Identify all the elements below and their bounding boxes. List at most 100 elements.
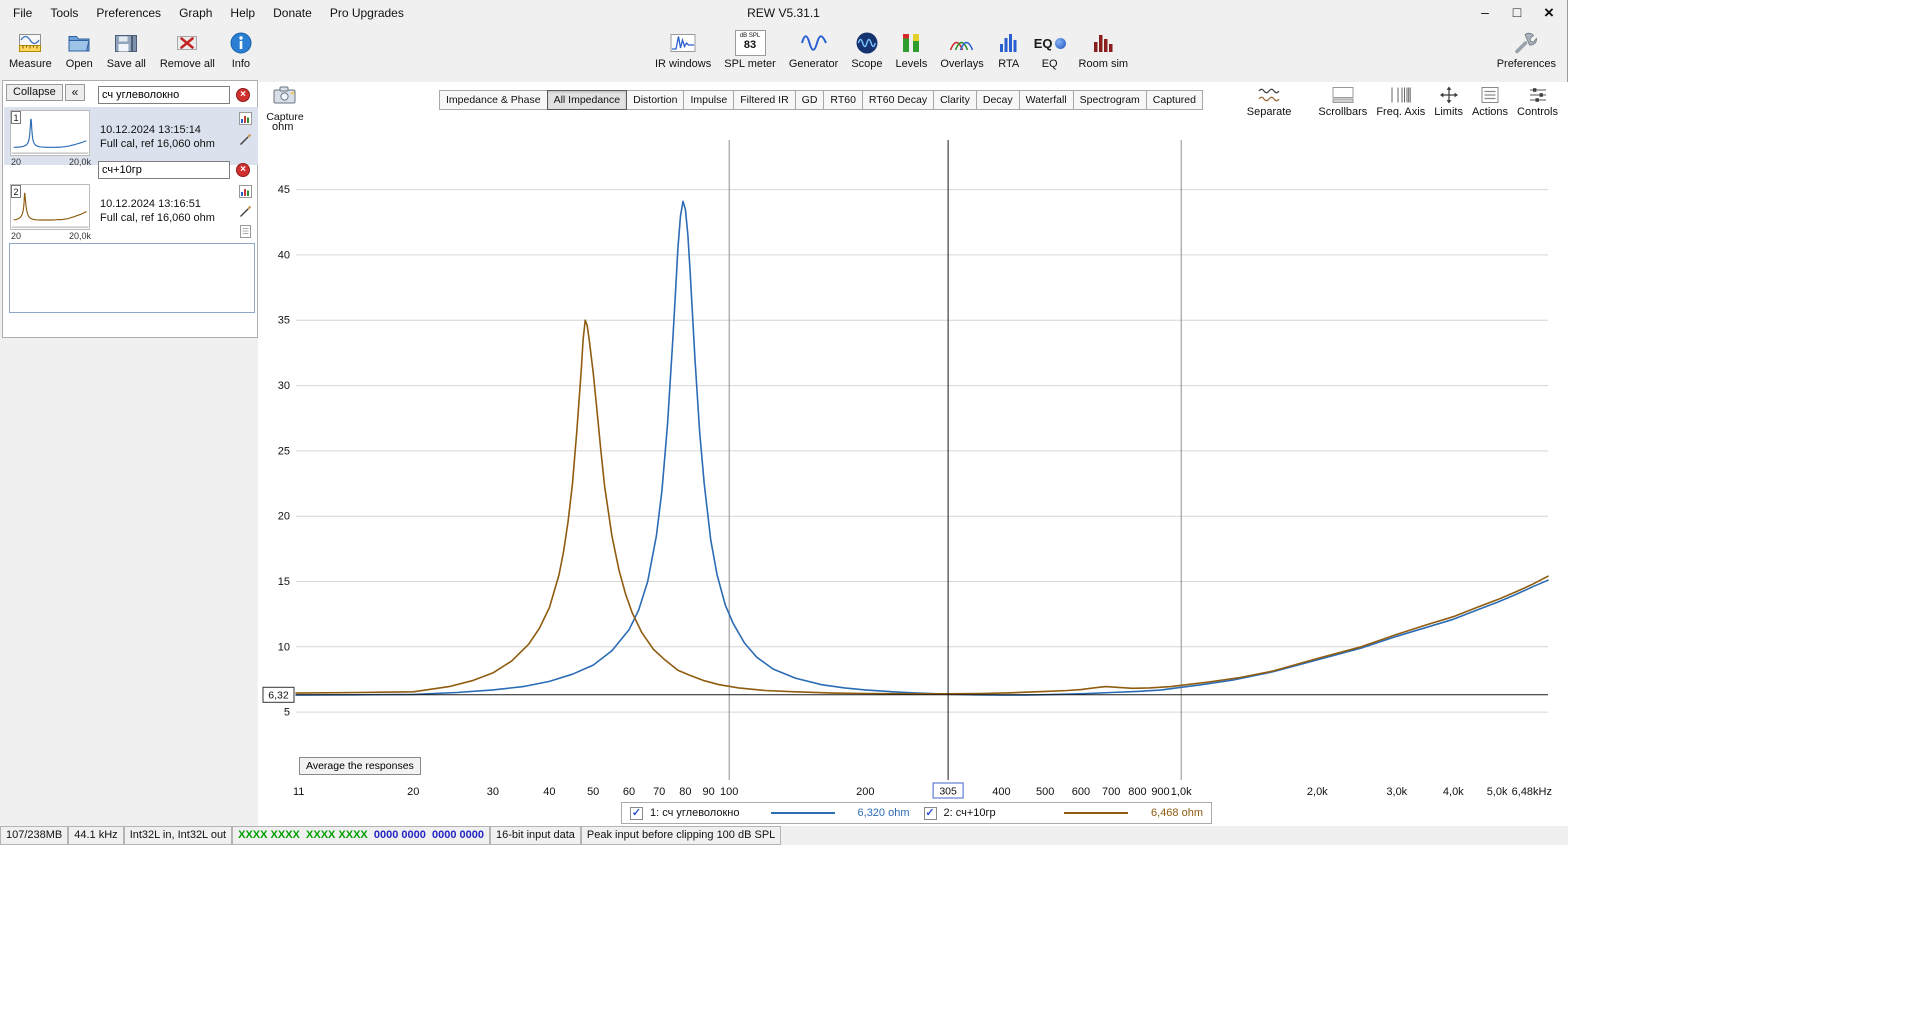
separate-icon: [1257, 85, 1281, 105]
measurement-2-trace-icon[interactable]: [239, 205, 253, 219]
tab-gd[interactable]: GD: [794, 90, 825, 110]
svg-text:40: 40: [278, 249, 290, 261]
controls-icon: [1528, 85, 1548, 105]
separate-button[interactable]: Separate: [1244, 84, 1295, 119]
legend-line-sample-1: [770, 812, 835, 814]
titlebar: REW V5.31.1 File Tools Preferences Graph…: [0, 0, 1567, 26]
measurement-item-1[interactable]: 1 20 20,0k 10.12.2024 13:15:14 Full cal,…: [4, 107, 258, 167]
info-button[interactable]: Info: [226, 27, 256, 72]
sine-wave-icon: [800, 29, 827, 57]
tab-all-impedance[interactable]: All Impedance: [546, 90, 628, 110]
measurement-1-trace-icon[interactable]: [239, 133, 253, 147]
measurement-1-chart-icon[interactable]: [239, 112, 253, 126]
menu-donate[interactable]: Donate: [264, 0, 321, 26]
overlays-button[interactable]: Overlays: [937, 27, 986, 72]
controls-button[interactable]: Controls: [1514, 84, 1561, 119]
measurement-1-thumbnail[interactable]: [10, 110, 90, 156]
tab-rt60-decay[interactable]: RT60 Decay: [861, 90, 935, 110]
thumb-max-label: 20,0k: [68, 231, 91, 241]
measurement-item-2[interactable]: 2 20 20,0k 10.12.2024 13:16:51 Full cal,…: [4, 181, 258, 243]
average-responses-button[interactable]: Average the responses: [299, 757, 421, 775]
room-sim-button[interactable]: Room sim: [1076, 27, 1132, 72]
measurement-1-cal: Full cal, ref 16,060 ohm: [100, 138, 215, 150]
main-toolbar: Measure Open Save all Remove all Info IR…: [0, 26, 1567, 82]
eq-icon: EQ: [1034, 29, 1066, 57]
svg-text:100: 100: [720, 786, 738, 798]
measurement-2-notes-icon[interactable]: [239, 225, 253, 239]
freq-axis-button[interactable]: Freq. Axis: [1373, 84, 1428, 119]
menu-graph[interactable]: Graph: [170, 0, 221, 26]
toolbar-center-group: IR windows dB SPL 83 SPL meter Generator …: [652, 27, 1131, 72]
measurement-2-name-input[interactable]: [98, 161, 230, 179]
overlays-icon: [949, 29, 975, 57]
svg-text:50: 50: [587, 786, 599, 798]
measurement-2-chart-icon[interactable]: [239, 185, 253, 199]
measurement-1-delete-button[interactable]: ×: [236, 88, 250, 102]
status-memory: 107/238MB: [0, 826, 69, 845]
tab-clarity[interactable]: Clarity: [933, 90, 977, 110]
open-button[interactable]: Open: [63, 27, 96, 72]
graph-tabbar: Impedance & Phase All Impedance Distorti…: [439, 90, 1203, 110]
measurement-1-number-badge: 1: [11, 111, 21, 124]
minimize-button[interactable]: –: [1469, 0, 1501, 26]
save-all-button[interactable]: Save all: [104, 27, 149, 72]
measurement-notes-area[interactable]: [9, 243, 255, 313]
impedance-chart[interactable]: 5 10 15 20 25 30 35 40 45 11 20 30 40 50 60 70 80 90 100 20…: [260, 128, 1560, 804]
measurement-1-name-input[interactable]: [98, 86, 230, 104]
measurement-2-thumbnail[interactable]: [10, 184, 90, 230]
menu-pro-upgrades[interactable]: Pro Upgrades: [321, 0, 413, 26]
menu-preferences[interactable]: Preferences: [87, 0, 170, 26]
menubar: File Tools Preferences Graph Help Donate…: [4, 0, 413, 26]
levels-button[interactable]: Levels: [893, 27, 931, 72]
collapse-button[interactable]: Collapse: [6, 84, 63, 101]
tab-rt60[interactable]: RT60: [823, 90, 863, 110]
svg-text:11: 11: [293, 786, 304, 798]
eq-button[interactable]: EQ EQ: [1031, 27, 1069, 72]
close-button[interactable]: ×: [1533, 0, 1565, 26]
tab-filtered-ir[interactable]: Filtered IR: [733, 90, 796, 110]
tab-decay[interactable]: Decay: [975, 90, 1020, 110]
statusbar: 107/238MB 44.1 kHz Int32L in, Int32L out…: [0, 826, 1568, 845]
svg-text:30: 30: [487, 786, 499, 798]
save-icon: [114, 29, 138, 57]
toolbar-left-group: Measure Open Save all Remove all Info: [6, 27, 256, 72]
legend-checkbox-1[interactable]: ✓: [630, 806, 643, 820]
tab-spectrogram[interactable]: Spectrogram: [1072, 90, 1147, 110]
status-channel-data: XXXX XXXX XXXX XXXX 0000 0000 0000 0000: [232, 826, 491, 845]
remove-all-button[interactable]: Remove all: [157, 27, 218, 72]
legend-line-sample-2: [1064, 812, 1128, 814]
camera-icon: [273, 85, 297, 110]
svg-text:700: 700: [1102, 786, 1120, 798]
spl-meter-button[interactable]: dB SPL 83 SPL meter: [721, 27, 779, 72]
svg-text:60: 60: [623, 786, 635, 798]
tab-captured[interactable]: Captured: [1145, 90, 1203, 110]
scope-button[interactable]: Scope: [848, 27, 885, 72]
collapse-arrows-button[interactable]: «: [65, 84, 85, 101]
svg-text:3,0k: 3,0k: [1386, 786, 1407, 798]
ir-windows-button[interactable]: IR windows: [652, 27, 714, 72]
tab-distortion[interactable]: Distortion: [626, 90, 685, 110]
limits-icon: [1439, 85, 1459, 105]
limits-button[interactable]: Limits: [1431, 84, 1466, 119]
rta-button[interactable]: RTA: [994, 27, 1024, 72]
measure-button[interactable]: Measure: [6, 27, 55, 72]
legend-checkbox-2[interactable]: ✓: [923, 806, 937, 820]
tab-impedance-phase[interactable]: Impedance & Phase: [439, 90, 548, 110]
actions-icon: [1480, 85, 1500, 105]
measurement-2-delete-button[interactable]: ×: [236, 163, 250, 177]
maximize-button[interactable]: □: [1501, 0, 1533, 26]
generator-button[interactable]: Generator: [786, 27, 842, 72]
capture-button[interactable]: Capture: [264, 85, 306, 123]
tab-waterfall[interactable]: Waterfall: [1018, 90, 1074, 110]
menu-help[interactable]: Help: [221, 0, 264, 26]
menu-file[interactable]: File: [4, 0, 41, 26]
eq-dot-icon: [1054, 37, 1066, 49]
svg-text:6,48kHz: 6,48kHz: [1512, 786, 1552, 798]
preferences-button[interactable]: Preferences: [1494, 27, 1559, 72]
svg-text:15: 15: [278, 576, 290, 588]
scrollbars-button[interactable]: Scrollbars: [1315, 84, 1370, 119]
actions-button[interactable]: Actions: [1469, 84, 1511, 119]
menu-tools[interactable]: Tools: [41, 0, 87, 26]
tab-impulse[interactable]: Impulse: [683, 90, 735, 110]
scrollbars-icon: [1332, 85, 1354, 105]
